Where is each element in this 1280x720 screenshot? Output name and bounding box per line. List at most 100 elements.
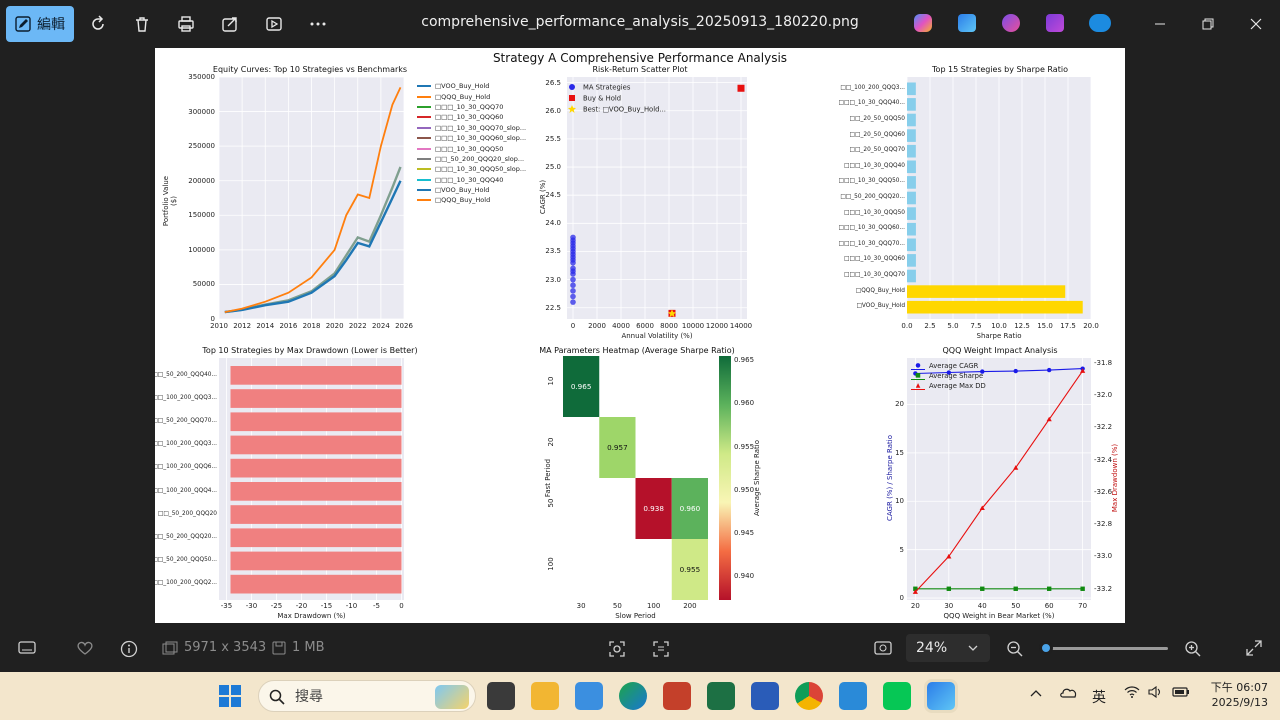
notepad-icon[interactable] — [575, 682, 603, 710]
equity-ytick: 100000 — [188, 245, 215, 254]
qqq-ytick-left: 5 — [899, 545, 904, 554]
zoom-in-icon[interactable] — [1184, 640, 1202, 658]
wifi-icon[interactable] — [1124, 686, 1140, 702]
rotate-icon[interactable] — [86, 12, 110, 36]
legend-label: □□□_10_30_QQQ60 — [435, 113, 504, 122]
window-title: comprehensive_performance_analysis_20250… — [421, 14, 859, 30]
powerpoint-icon[interactable] — [663, 682, 691, 710]
qqq-ylabel-right: Max Drawdown (%) — [1111, 443, 1119, 513]
equity-plot — [218, 76, 405, 320]
legend-marker — [568, 105, 576, 113]
scatter-xlabel: Annual Volatility (%) — [621, 332, 693, 340]
word-icon[interactable] — [751, 682, 779, 710]
zoom-slider[interactable] — [1039, 641, 1168, 655]
minimize-icon[interactable] — [1148, 12, 1172, 36]
legend-swatch: ● — [911, 362, 925, 370]
info-icon[interactable] — [120, 640, 138, 658]
drawdown-xlabel: Max Drawdown (%) — [277, 612, 346, 620]
file-explorer-icon[interactable] — [531, 682, 559, 710]
filmstrip-icon[interactable] — [18, 640, 36, 656]
qqq-ytick-right: -32.0 — [1094, 391, 1113, 400]
legend-swatch — [417, 95, 431, 98]
qqq-ytick-right: -32.8 — [1094, 520, 1113, 529]
edge-browser-icon[interactable] — [619, 682, 647, 710]
excel-icon[interactable] — [707, 682, 735, 710]
scatter-point — [570, 288, 576, 294]
zoom-level-select[interactable]: 24% — [906, 634, 990, 662]
visual-search-icon[interactable] — [608, 640, 626, 658]
favorite-heart-icon[interactable] — [76, 640, 94, 656]
legend-entry: □□□_10_30_QQQ40 — [417, 175, 537, 185]
heatmap-xtick: 30 — [576, 602, 586, 610]
edit-label: 編輯 — [37, 17, 65, 33]
series-marker — [1046, 367, 1052, 373]
qqq-ytick-left: 15 — [895, 448, 904, 457]
legend-swatch — [417, 178, 431, 181]
sharpe-label: □□□_10_30_QQQ40... — [838, 100, 905, 107]
battery-icon[interactable] — [1172, 686, 1190, 702]
legend-swatch — [417, 105, 431, 108]
heatmap-xtick: 200 — [683, 602, 697, 610]
vscode-icon[interactable] — [839, 682, 867, 710]
scatter-plot: MA Strategies Buy & Hold Best: □VOO_Buy_Ho… — [567, 77, 747, 319]
drawdown-bar — [230, 505, 402, 524]
image-dimensions: 5971 x 3543 — [162, 640, 266, 655]
share-icon[interactable] — [218, 12, 242, 36]
legend-label: Average CAGR — [929, 362, 979, 370]
restore-icon[interactable] — [1196, 12, 1220, 36]
qqq-title: QQQ Weight Impact Analysis — [942, 346, 1058, 355]
drawdown-label: □□_100_200_QQQ4... — [152, 487, 217, 494]
actual-size-icon[interactable] — [874, 640, 892, 656]
legend-entry: □□□_10_30_QQQ50 — [417, 143, 537, 153]
drawdown-label: □□_50_200_QQQ40... — [152, 371, 217, 378]
cbar-tick: 0.950 — [734, 485, 755, 494]
legend-label: Average Max DD — [929, 382, 986, 390]
task-view-icon[interactable] — [487, 682, 515, 710]
dimensions-icon — [162, 641, 178, 654]
heatmap-ytick: 10 — [547, 376, 555, 385]
tray-chevron-up-icon[interactable] — [1030, 686, 1042, 702]
ime-indicator[interactable]: 英 — [1092, 687, 1106, 707]
sharpe-bar — [907, 144, 916, 158]
close-icon[interactable] — [1244, 12, 1268, 36]
legend-swatch: ■ — [911, 372, 925, 380]
qqq-ytick-left: 20 — [895, 400, 904, 409]
zoom-out-icon[interactable] — [1006, 640, 1024, 658]
chrome-icon[interactable] — [795, 682, 823, 710]
scatter-point — [570, 276, 576, 283]
edit-button[interactable]: 編輯 — [6, 6, 74, 42]
status-bar: 5971 x 3543 1 MB 24% — [0, 624, 1280, 672]
text-scan-icon[interactable] — [652, 640, 670, 658]
copilot-icon[interactable] — [914, 14, 932, 32]
heatmap-colorbar — [719, 356, 731, 600]
line-app-icon[interactable] — [883, 682, 911, 710]
start-windows-icon[interactable] — [218, 684, 242, 708]
fullscreen-icon[interactable] — [1246, 640, 1262, 656]
designer-icon[interactable] — [1002, 14, 1020, 32]
qqq-ytick-right: -33.2 — [1094, 584, 1113, 593]
sharpe-plot — [906, 77, 1092, 319]
legend-entry: ● Average CAGR — [911, 361, 986, 371]
taskbar-search-box[interactable]: 搜尋 — [258, 680, 476, 712]
clipchamp-icon[interactable] — [1046, 14, 1064, 32]
scatter-ytick: 24.0 — [545, 219, 561, 228]
onedrive-icon[interactable] — [1089, 14, 1111, 32]
legend-swatch — [417, 126, 431, 129]
legend-marker — [569, 95, 575, 101]
legend-label: □□□_10_30_QQQ70_slop... — [435, 123, 527, 132]
more-options-icon[interactable] — [306, 12, 330, 36]
figure-title: Strategy A Comprehensive Performance Ana… — [492, 51, 788, 65]
taskbar-clock[interactable]: 下午 06:07 2025/9/13 — [1200, 680, 1268, 710]
qqq-ytick-left: 10 — [895, 497, 904, 506]
image-viewer-canvas[interactable]: Strategy A Comprehensive Performance Ana… — [152, 48, 1125, 623]
legend-entry: □□□_10_30_QQQ70_slop... — [417, 123, 537, 133]
equity-ytick: 150000 — [188, 211, 215, 220]
onedrive-tray-icon[interactable] — [1060, 686, 1078, 702]
print-icon[interactable] — [174, 12, 198, 36]
photos-app-icon[interactable] — [927, 682, 955, 710]
slideshow-icon[interactable] — [262, 12, 286, 36]
volume-icon[interactable] — [1148, 685, 1164, 702]
image-editor-icon[interactable] — [958, 14, 976, 32]
delete-icon[interactable] — [130, 12, 154, 36]
zoom-slider-thumb[interactable] — [1039, 641, 1054, 655]
